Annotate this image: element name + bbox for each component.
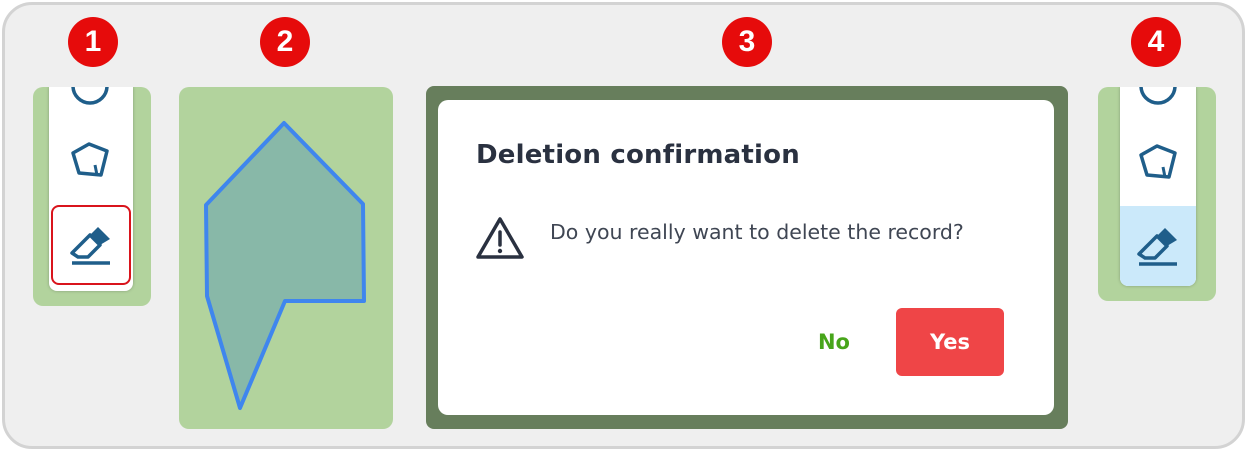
dialog-message: Do you really want to delete the record? <box>550 220 964 244</box>
eraser-icon <box>1137 228 1177 266</box>
drawing-toolbar <box>1120 87 1196 286</box>
step-badge-4: 4 <box>1131 17 1181 67</box>
circle-draw-icon <box>71 87 109 105</box>
eraser-icon <box>70 227 110 265</box>
map-overlay: Deletion confirmation Do you really want… <box>426 86 1068 429</box>
step-badge-1: 1 <box>68 17 118 67</box>
no-button[interactable]: No <box>798 312 870 372</box>
polygon-draw-icon <box>71 142 109 177</box>
polygon-tool-button[interactable] <box>1120 125 1196 203</box>
eraser-tool-button[interactable] <box>51 205 131 285</box>
map-thumbnail-1 <box>33 87 151 306</box>
map-thumbnail-2 <box>179 87 393 429</box>
step-badge-3: 3 <box>722 17 772 67</box>
circle-draw-icon <box>1139 87 1177 105</box>
map-thumbnail-4 <box>1098 87 1216 301</box>
circle-tool-button[interactable] <box>1120 87 1196 125</box>
polygon-draw-icon <box>1139 144 1177 179</box>
yes-button[interactable]: Yes <box>896 308 1004 376</box>
step-badge-2: 2 <box>260 17 310 67</box>
warning-icon <box>476 217 524 259</box>
drawing-toolbar <box>49 87 133 291</box>
deletion-dialog: Deletion confirmation Do you really want… <box>438 100 1054 415</box>
polygon-tool-button[interactable] <box>49 123 131 201</box>
eraser-tool-button-active[interactable] <box>1120 206 1196 286</box>
circle-tool-button[interactable] <box>49 87 131 125</box>
dialog-title: Deletion confirmation <box>476 140 800 170</box>
selected-polygon <box>204 121 366 410</box>
